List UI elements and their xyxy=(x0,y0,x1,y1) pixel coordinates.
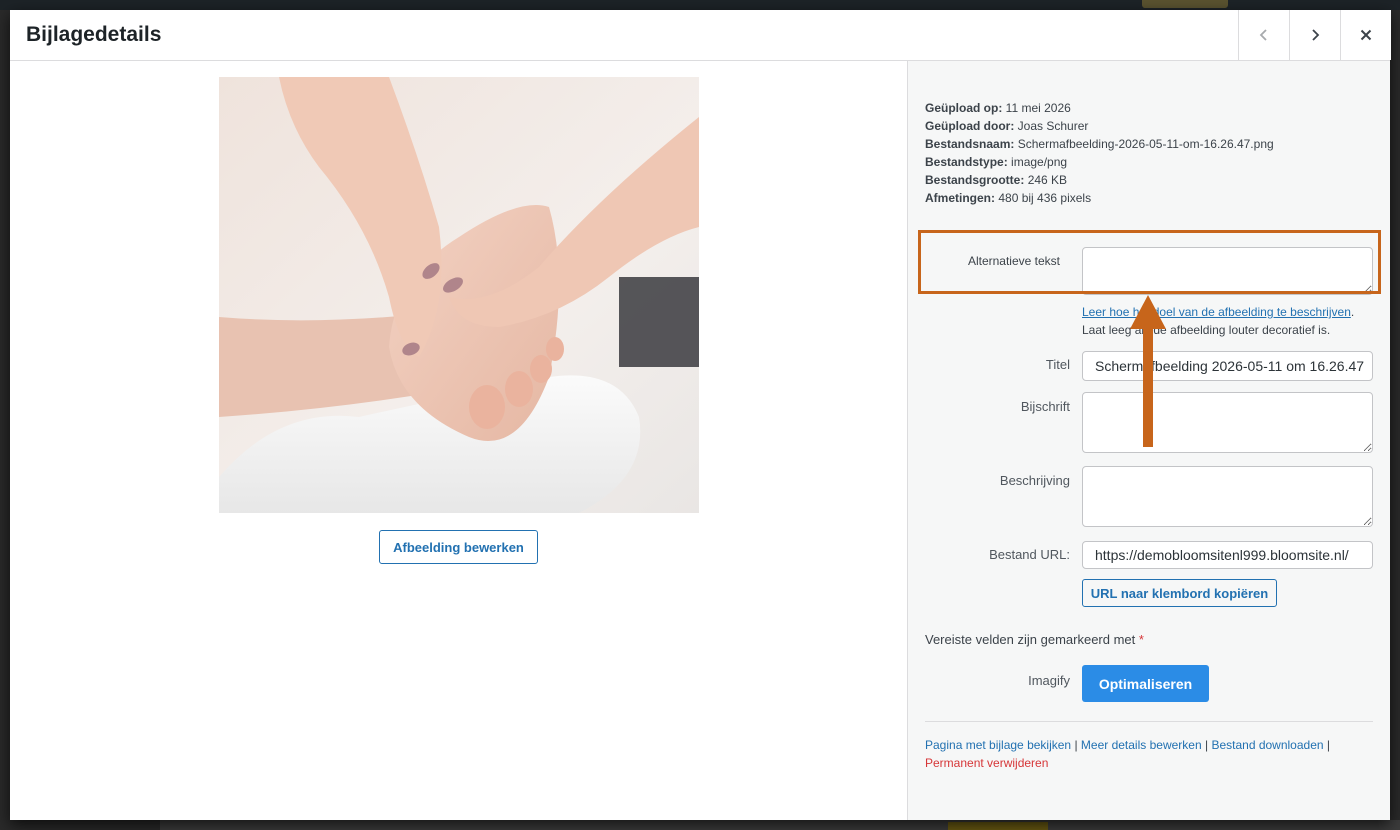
close-button[interactable] xyxy=(1340,10,1391,60)
dimensions-value: 480 bij 436 pixels xyxy=(998,191,1092,205)
attachment-details-modal: Bijlagedetails Afbeelding bewerken Geüpl… xyxy=(10,10,1391,820)
copy-url-button[interactable]: URL naar klembord kopiëren xyxy=(1082,579,1277,607)
required-star: * xyxy=(1138,632,1144,647)
attachment-image xyxy=(219,77,699,513)
modal-header: Bijlagedetails xyxy=(10,10,1391,61)
alt-text-help: Leer hoe het doel van de afbeelding te b… xyxy=(1082,305,1355,337)
required-note-text: Vereiste velden zijn gemarkeerd met xyxy=(925,632,1136,647)
title-label: Titel xyxy=(1045,357,1070,372)
filename-label: Bestandsnaam: xyxy=(925,137,1015,151)
attachment-actions: Pagina met bijlage bekijken | Meer detai… xyxy=(925,736,1375,772)
modal-title: Bijlagedetails xyxy=(26,23,162,46)
title-field[interactable]: Schermafbeelding 2026-05-11 om 16.26.47 xyxy=(1082,351,1373,381)
uploaded-on-label: Geüpload op: xyxy=(925,101,1003,115)
imagify-label: Imagify xyxy=(1028,673,1070,688)
description-label: Beschrijving xyxy=(999,473,1070,488)
edit-image-button[interactable]: Afbeelding bewerken xyxy=(379,530,538,564)
uploaded-by-value: Joas Schurer xyxy=(1017,119,1089,133)
separator: | xyxy=(1074,738,1078,752)
chevron-left-icon xyxy=(1259,29,1267,41)
download-file-link[interactable]: Bestand downloaden xyxy=(1211,738,1323,752)
previous-button[interactable] xyxy=(1238,10,1289,60)
filesize-value: 246 KB xyxy=(1027,173,1068,187)
chevron-right-icon xyxy=(1312,29,1320,41)
annotation-highlight-box xyxy=(918,230,1381,294)
file-url-label: Bestand URL: xyxy=(989,547,1070,562)
filetype-value: image/png xyxy=(1011,155,1068,169)
uploaded-by-label: Geüpload door: xyxy=(925,119,1015,133)
dimensions-row: Afmetingen: 480 bij 436 pixels xyxy=(925,189,1375,207)
caption-label: Bijschrift xyxy=(1020,399,1070,414)
filesize-label: Bestandsgrootte: xyxy=(925,173,1025,187)
admin-toolbar xyxy=(0,0,1400,10)
alt-text-help-text: Laat leeg als de afbeelding louter decor… xyxy=(1082,323,1331,337)
separator: | xyxy=(1326,738,1331,752)
required-fields-note: Vereiste velden zijn gemarkeerd met * xyxy=(925,632,1144,647)
backdrop-tile xyxy=(948,822,1048,830)
view-attachment-link[interactable]: Pagina met bijlage bekijken xyxy=(925,738,1071,752)
file-url-field[interactable]: https://demobloomsitenl999.bloomsite.nl/ xyxy=(1082,541,1373,569)
close-icon xyxy=(1360,29,1372,41)
filetype-label: Bestandstype: xyxy=(925,155,1008,169)
foot-massage-photo xyxy=(219,77,699,513)
description-field[interactable] xyxy=(1082,466,1373,527)
uploaded-on-value: 11 mei 2026 xyxy=(1005,101,1071,115)
next-button[interactable] xyxy=(1289,10,1340,60)
uploaded-by-row: Geüpload door: Joas Schurer xyxy=(925,117,1375,135)
filename-value: Schermafbeelding-2026-05-11-om-16.26.47.… xyxy=(1017,137,1274,151)
separator: | xyxy=(1204,738,1209,752)
media-preview-area: Afbeelding bewerken xyxy=(10,61,907,820)
dimensions-label: Afmetingen: xyxy=(925,191,995,205)
toolbar-button xyxy=(1142,0,1228,8)
delete-permanently-link[interactable]: Permanent verwijderen xyxy=(925,756,1048,770)
annotation-arrow-up-icon xyxy=(1130,295,1166,447)
edit-more-details-link[interactable]: Meer details bewerken xyxy=(1081,738,1202,752)
filetype-row: Bestandstype: image/png xyxy=(925,153,1375,171)
optimize-button[interactable]: Optimaliseren xyxy=(1082,665,1209,702)
alt-text-help-link[interactable]: Leer hoe het doel van de afbeelding te b… xyxy=(1082,305,1351,319)
caption-field[interactable] xyxy=(1082,392,1373,453)
file-info: Geüpload op: 11 mei 2026 Geüpload door: … xyxy=(925,99,1375,207)
divider xyxy=(925,721,1373,722)
filesize-row: Bestandsgrootte: 246 KB xyxy=(925,171,1375,189)
admin-content-strip xyxy=(160,820,1400,830)
filename-row: Bestandsnaam: Schermafbeelding-2026-05-1… xyxy=(925,135,1375,153)
uploaded-on-row: Geüpload op: 11 mei 2026 xyxy=(925,99,1375,117)
